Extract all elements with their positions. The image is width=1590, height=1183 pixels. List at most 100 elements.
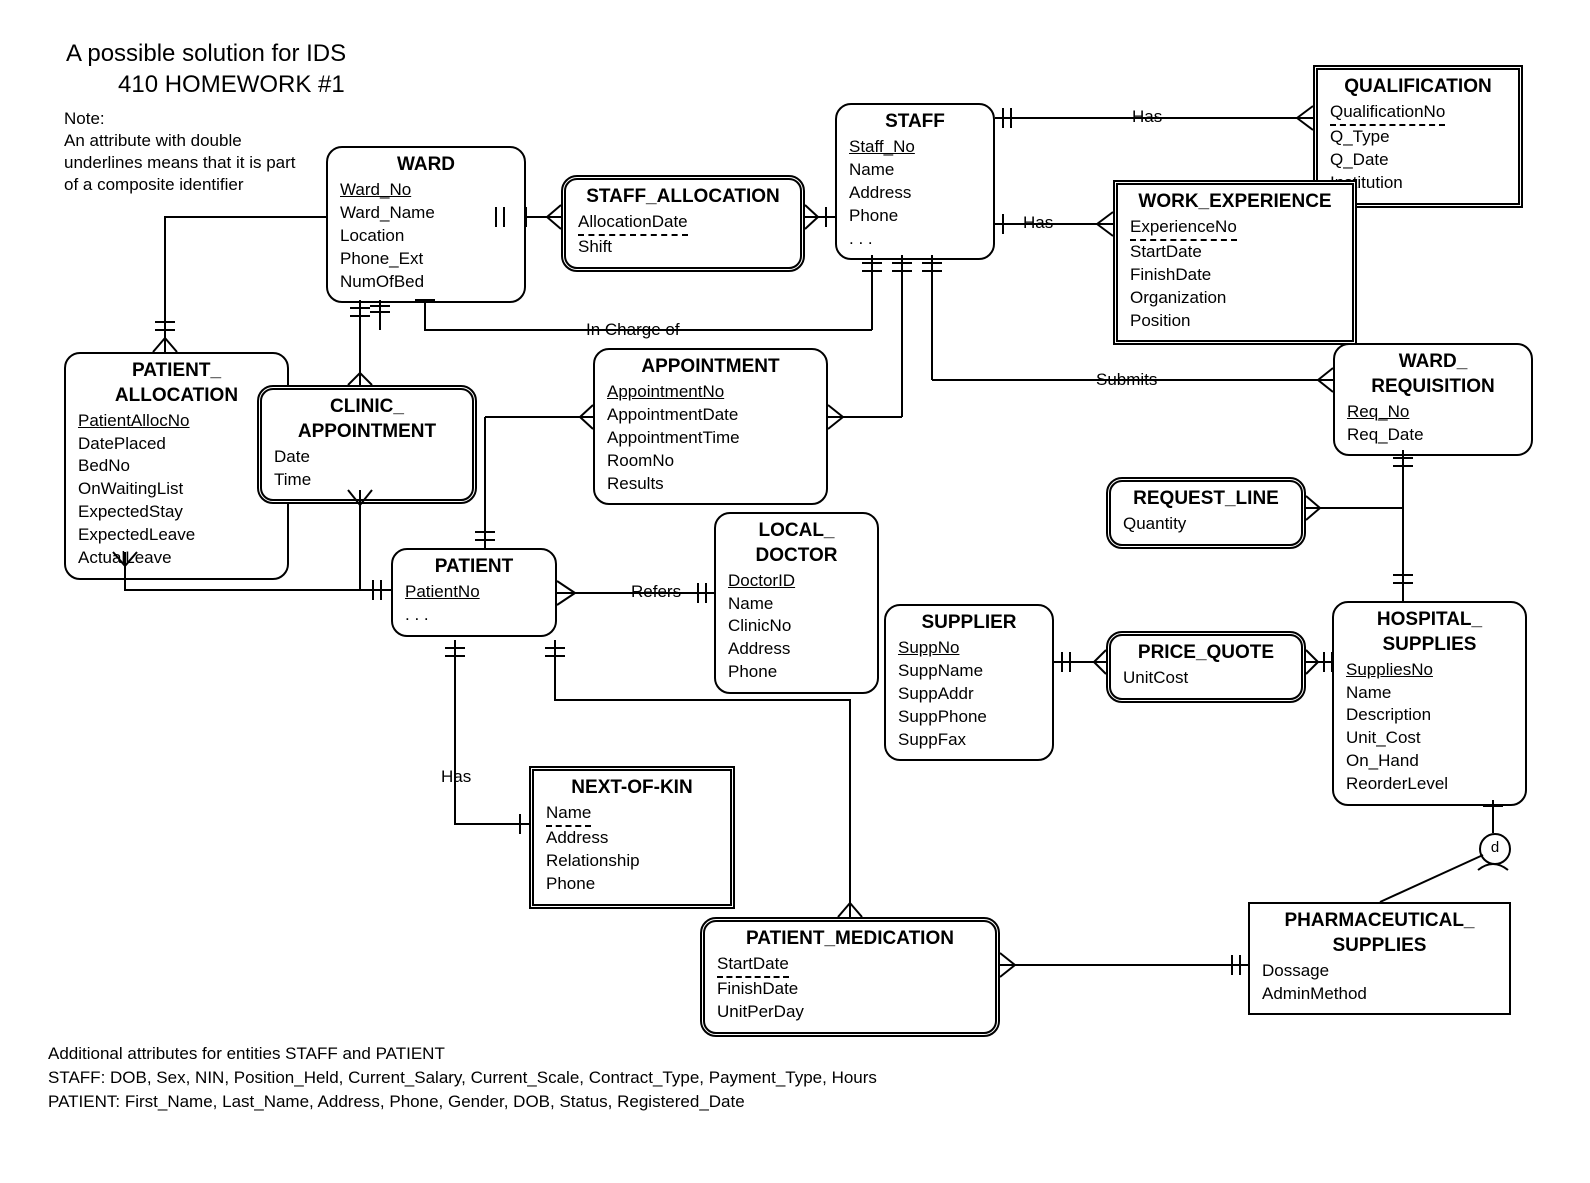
attr: ClinicNo	[728, 615, 865, 638]
attr: Dossage	[1262, 960, 1497, 983]
rel-label-has-qualification: Has	[1128, 107, 1166, 127]
attr: Time	[274, 469, 460, 492]
attr: SuppliesNo	[1346, 659, 1513, 682]
entity-name: STAFF	[849, 111, 981, 134]
entity-name: PHARMACEUTICAL_	[1262, 910, 1497, 933]
attr: Address	[849, 182, 981, 205]
attr: SuppPhone	[898, 706, 1040, 729]
attr: Relationship	[546, 850, 718, 873]
attr: On_Hand	[1346, 750, 1513, 773]
title-line2: 410 HOMEWORK #1	[118, 69, 346, 100]
attr: AdminMethod	[1262, 983, 1497, 1006]
entity-name: APPOINTMENT	[607, 356, 814, 379]
entity-name: LOCAL_	[728, 520, 865, 543]
attr: PatientAllocNo	[78, 410, 275, 433]
footer-line2: STAFF: DOB, Sex, NIN, Position_Held, Cur…	[48, 1066, 877, 1090]
entity-name: WORK_EXPERIENCE	[1130, 191, 1340, 214]
attr: Q_Date	[1330, 149, 1506, 172]
attr: SuppAddr	[898, 683, 1040, 706]
attr: Phone	[728, 661, 865, 684]
disjoint-circle-icon: d	[1479, 833, 1511, 865]
footer-line1: Additional attributes for entities STAFF…	[48, 1042, 877, 1066]
entity-appointment: APPOINTMENT AppointmentNo AppointmentDat…	[593, 348, 828, 505]
attr: StartDate	[1130, 241, 1340, 264]
entity-patient-allocation: PATIENT_ ALLOCATION PatientAllocNo DateP…	[64, 352, 289, 580]
rel-label-refers: Refers	[627, 582, 685, 602]
attr: DoctorID	[728, 570, 865, 593]
entity-name: SUPPLIER	[898, 612, 1040, 635]
attr: AllocationDate	[578, 211, 688, 236]
attr: Unit_Cost	[1346, 727, 1513, 750]
attr: AppointmentTime	[607, 427, 814, 450]
rel-label-in-charge: In Charge of	[582, 320, 684, 340]
attr: SuppFax	[898, 729, 1040, 752]
attr: Phone_Ext	[340, 248, 512, 271]
entity-ward-name: WARD	[340, 154, 512, 177]
attr: Address	[546, 827, 718, 850]
entity-next-of-kin: NEXT-OF-KIN Name Address Relationship Ph…	[529, 766, 735, 909]
attr: Name	[1346, 682, 1513, 705]
entity-name: REQUEST_LINE	[1123, 488, 1289, 511]
entity-name: WARD_	[1347, 351, 1519, 374]
attr: Req_No	[1347, 401, 1519, 424]
attr: Organization	[1130, 287, 1340, 310]
attr: UnitPerDay	[717, 1001, 983, 1024]
attr: Date	[274, 446, 460, 469]
attr: Position	[1130, 310, 1340, 333]
attr: Ward_No	[340, 179, 512, 202]
page: A possible solution for IDS 410 HOMEWORK…	[0, 0, 1590, 1183]
attr: QualificationNo	[1330, 101, 1445, 126]
attr: Location	[340, 225, 512, 248]
entity-local-doctor: LOCAL_ DOCTOR DoctorID Name ClinicNo Add…	[714, 512, 879, 694]
footer-block: Additional attributes for entities STAFF…	[48, 1042, 877, 1113]
entity-name: PRICE_QUOTE	[1123, 642, 1289, 665]
rel-label-has-nok: Has	[437, 767, 475, 787]
attr: ExpectedStay	[78, 501, 275, 524]
attr: Phone	[849, 205, 981, 228]
attr: Phone	[546, 873, 718, 896]
attr: Req_Date	[1347, 424, 1519, 447]
note-line3: of a composite identifier	[64, 174, 296, 196]
entity-name2: SUPPLIES	[1346, 634, 1513, 657]
note-line1: An attribute with double	[64, 130, 296, 152]
attr: . . .	[405, 604, 543, 627]
page-title: A possible solution for IDS 410 HOMEWORK…	[66, 38, 346, 100]
attr: UnitCost	[1123, 667, 1289, 690]
entity-name: PATIENT_	[78, 360, 275, 383]
entity-name2: APPOINTMENT	[274, 421, 460, 444]
entity-staff-allocation: STAFF_ALLOCATION AllocationDate Shift	[561, 175, 805, 272]
entity-patient: PATIENT PatientNo . . .	[391, 548, 557, 637]
attr: AppointmentDate	[607, 404, 814, 427]
entity-name2: DOCTOR	[728, 545, 865, 568]
attr: Shift	[578, 236, 788, 259]
title-line1: A possible solution for IDS	[66, 38, 346, 69]
note-label: Note:	[64, 108, 296, 130]
entity-staff: STAFF Staff_No Name Address Phone . . .	[835, 103, 995, 260]
attr: RoomNo	[607, 450, 814, 473]
entity-name: PATIENT	[405, 556, 543, 579]
attr: FinishDate	[1130, 264, 1340, 287]
entity-ward-requisition: WARD_ REQUISITION Req_No Req_Date	[1333, 343, 1533, 456]
attr: . . .	[849, 228, 981, 251]
rel-label-submits: Submits	[1092, 370, 1161, 390]
attr: ExpectedLeave	[78, 524, 275, 547]
attr: Name	[546, 802, 591, 827]
footer-line3: PATIENT: First_Name, Last_Name, Address,…	[48, 1090, 877, 1114]
attr: FinishDate	[717, 978, 983, 1001]
entity-patient-medication: PATIENT_MEDICATION StartDate FinishDate …	[700, 917, 1000, 1037]
attr: AppointmentNo	[607, 381, 814, 404]
entity-name2: REQUISITION	[1347, 376, 1519, 399]
entity-price-quote: PRICE_QUOTE UnitCost	[1106, 631, 1306, 703]
rel-label-has-experience: Has	[1019, 213, 1057, 233]
attr: Address	[728, 638, 865, 661]
attr: Results	[607, 473, 814, 496]
entity-work-experience: WORK_EXPERIENCE ExperienceNo StartDate F…	[1113, 180, 1357, 345]
attr: DatePlaced	[78, 433, 275, 456]
entity-name: STAFF_ALLOCATION	[578, 186, 788, 209]
attr: BedNo	[78, 455, 275, 478]
entity-hospital-supplies: HOSPITAL_ SUPPLIES SuppliesNo Name Descr…	[1332, 601, 1527, 806]
attr: SuppName	[898, 660, 1040, 683]
note-block: Note: An attribute with double underline…	[64, 108, 296, 196]
entity-ward: WARD Ward_No Ward_Name Location Phone_Ex…	[326, 146, 526, 303]
attr: PatientNo	[405, 581, 543, 604]
